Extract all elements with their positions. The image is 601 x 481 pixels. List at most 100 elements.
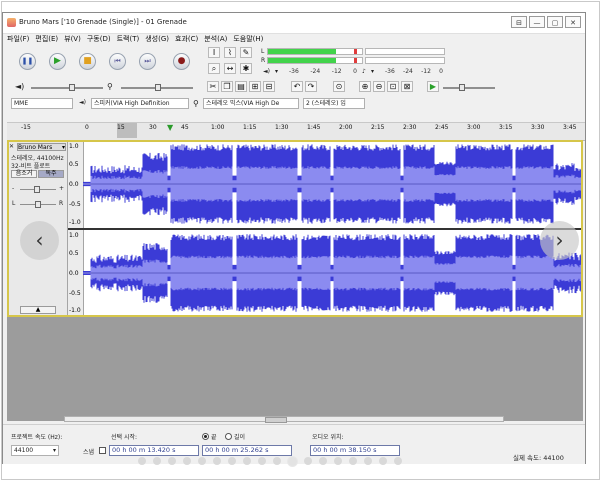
input-volume-knob[interactable] — [155, 84, 161, 91]
menu-transport[interactable]: 구동(D) — [87, 34, 111, 45]
carousel-dot[interactable] — [349, 457, 357, 465]
menu-view[interactable]: 뷰(V) — [64, 34, 81, 45]
carousel-dot[interactable] — [228, 457, 236, 465]
paste-icon[interactable]: ▤ — [235, 81, 247, 92]
end-radio[interactable] — [202, 433, 209, 440]
record-meter-right[interactable] — [365, 57, 445, 64]
record-meter-left[interactable] — [365, 48, 445, 55]
length-radio[interactable] — [225, 433, 232, 440]
minimize-button[interactable]: — — [529, 16, 545, 28]
menu-file[interactable]: 파일(F) — [7, 34, 29, 45]
carousel-dot[interactable] — [304, 457, 312, 465]
recording-device-select[interactable]: 스테레오 믹스(VIA High De — [203, 98, 299, 109]
close-track-icon[interactable]: ✕ — [9, 143, 14, 150]
output-volume-slider[interactable] — [31, 84, 103, 91]
carousel-dot[interactable] — [138, 457, 146, 465]
recording-channels-select[interactable]: 2 (스테레오) 입 — [303, 98, 365, 109]
gain-slider[interactable] — [20, 186, 56, 193]
menu-effect[interactable]: 효과(C) — [175, 34, 198, 45]
trim-icon[interactable]: ⊞ — [249, 81, 261, 92]
playback-meter-right[interactable] — [267, 57, 363, 64]
carousel-dot[interactable] — [258, 457, 266, 465]
amplitude-tick: -1.0 — [69, 219, 81, 226]
menu-help[interactable]: 도움말(H) — [233, 34, 263, 45]
play-button[interactable]: ▶ — [49, 53, 66, 70]
fit-selection-icon[interactable]: ⊡ — [387, 81, 399, 92]
pan-slider[interactable] — [20, 201, 56, 208]
carousel-dot[interactable] — [379, 457, 387, 465]
carousel-dot[interactable] — [394, 457, 402, 465]
stop-button[interactable]: ■ — [79, 53, 96, 70]
selection-tool-icon[interactable]: I — [208, 47, 220, 58]
carousel-dot[interactable] — [213, 457, 221, 465]
envelope-tool-icon[interactable]: ⌇ — [224, 47, 236, 58]
solo-button[interactable]: 독주 — [38, 170, 64, 178]
output-volume-knob[interactable] — [69, 84, 75, 91]
sync-lock-icon[interactable]: ⊙ — [333, 81, 345, 92]
selection-start-field[interactable]: 00 h 00 m 13.420 s — [109, 445, 199, 456]
menu-analyze[interactable]: 분석(A) — [204, 34, 227, 45]
record-button[interactable]: ● — [173, 53, 190, 70]
pause-button[interactable]: ❚❚ — [19, 53, 36, 70]
collapse-track-button[interactable]: ▲ — [20, 306, 56, 314]
timeshift-tool-icon[interactable]: ↔ — [224, 63, 236, 74]
zoom-tool-icon[interactable]: ⌕ — [208, 63, 220, 74]
play-at-speed-icon[interactable]: ▶ — [427, 81, 439, 92]
undo-icon[interactable]: ↶ — [291, 81, 303, 92]
maximize-button[interactable]: ▢ — [547, 16, 563, 28]
horizontal-scrollbar[interactable] — [64, 416, 504, 423]
cut-icon[interactable]: ✂ — [207, 81, 219, 92]
speaker-icon: ◄) — [263, 68, 270, 75]
skip-to-end-button[interactable]: ⏭ — [139, 53, 156, 70]
audio-host-select[interactable]: MME — [11, 98, 73, 109]
redo-icon[interactable]: ↷ — [305, 81, 317, 92]
carousel-dot[interactable] — [198, 457, 206, 465]
audio-position-field[interactable]: 00 h 00 m 38.150 s — [310, 445, 400, 456]
playback-device-select[interactable]: 스피커(VIA High Definition — [91, 98, 189, 109]
gain-knob[interactable] — [34, 186, 40, 193]
multi-tool-icon[interactable]: ✱ — [240, 63, 252, 74]
carousel-prev-button[interactable]: ‹ — [20, 221, 59, 260]
restore-button[interactable]: ⊟ — [511, 16, 527, 28]
chevron-down-icon[interactable]: ▾ — [371, 68, 374, 75]
playback-meter-left-fill — [268, 49, 336, 54]
carousel-dot[interactable] — [243, 457, 251, 465]
playback-meter-left[interactable] — [267, 48, 363, 55]
draw-tool-icon[interactable]: ✎ — [240, 47, 252, 58]
track-name-menu[interactable]: Bruno Mars ▾ — [17, 143, 66, 151]
timeline-ruler[interactable]: ▼ -15 0 15 30 45 1:00 1:15 1:30 1:45 2:0… — [7, 122, 585, 141]
carousel-dot[interactable] — [183, 457, 191, 465]
ruler-tick: 2:15 — [371, 124, 385, 131]
copy-icon[interactable]: ❐ — [221, 81, 233, 92]
input-volume-slider[interactable] — [121, 84, 193, 91]
pan-knob[interactable] — [35, 201, 41, 208]
carousel-dot[interactable] — [168, 457, 176, 465]
waveform-channel-right[interactable]: 1.0 0.5 0.0 -0.5 -1.0 — [68, 230, 582, 316]
close-button[interactable]: ✕ — [565, 16, 581, 28]
fit-project-icon[interactable]: ⊠ — [401, 81, 413, 92]
project-rate-select[interactable]: 44100 ▾ — [11, 445, 59, 456]
menu-tracks[interactable]: 트랙(T) — [117, 34, 140, 45]
zoom-in-icon[interactable]: ⊕ — [359, 81, 371, 92]
carousel-dot[interactable] — [153, 457, 161, 465]
snap-to-checkbox[interactable] — [99, 447, 106, 454]
skip-to-start-button[interactable]: ⏮ — [109, 53, 126, 70]
play-at-speed-knob[interactable] — [459, 84, 465, 91]
carousel-dot[interactable] — [364, 457, 372, 465]
carousel-dot[interactable] — [273, 457, 281, 465]
selection-end-field[interactable]: 00 h 00 m 25.262 s — [202, 445, 292, 456]
carousel-dot[interactable] — [334, 457, 342, 465]
mute-button[interactable]: 음소거 — [11, 170, 37, 178]
menu-bar: 파일(F) 편집(E) 뷰(V) 구동(D) 트랙(T) 생성(G) 효과(C)… — [3, 34, 585, 45]
play-at-speed-slider[interactable] — [443, 84, 495, 91]
menu-generate[interactable]: 생성(G) — [145, 34, 169, 45]
carousel-dot[interactable] — [288, 457, 297, 466]
chevron-down-icon[interactable]: ▾ — [275, 68, 278, 75]
carousel-dot[interactable] — [319, 457, 327, 465]
silence-icon[interactable]: ⊟ — [263, 81, 275, 92]
menu-edit[interactable]: 편집(E) — [35, 34, 58, 45]
zoom-out-icon[interactable]: ⊖ — [373, 81, 385, 92]
scroll-thumb[interactable] — [265, 417, 287, 423]
carousel-next-button[interactable]: › — [540, 221, 579, 260]
waveform-channel-left[interactable]: 1.0 0.5 0.0 -0.5 -1.0 — [68, 140, 582, 228]
